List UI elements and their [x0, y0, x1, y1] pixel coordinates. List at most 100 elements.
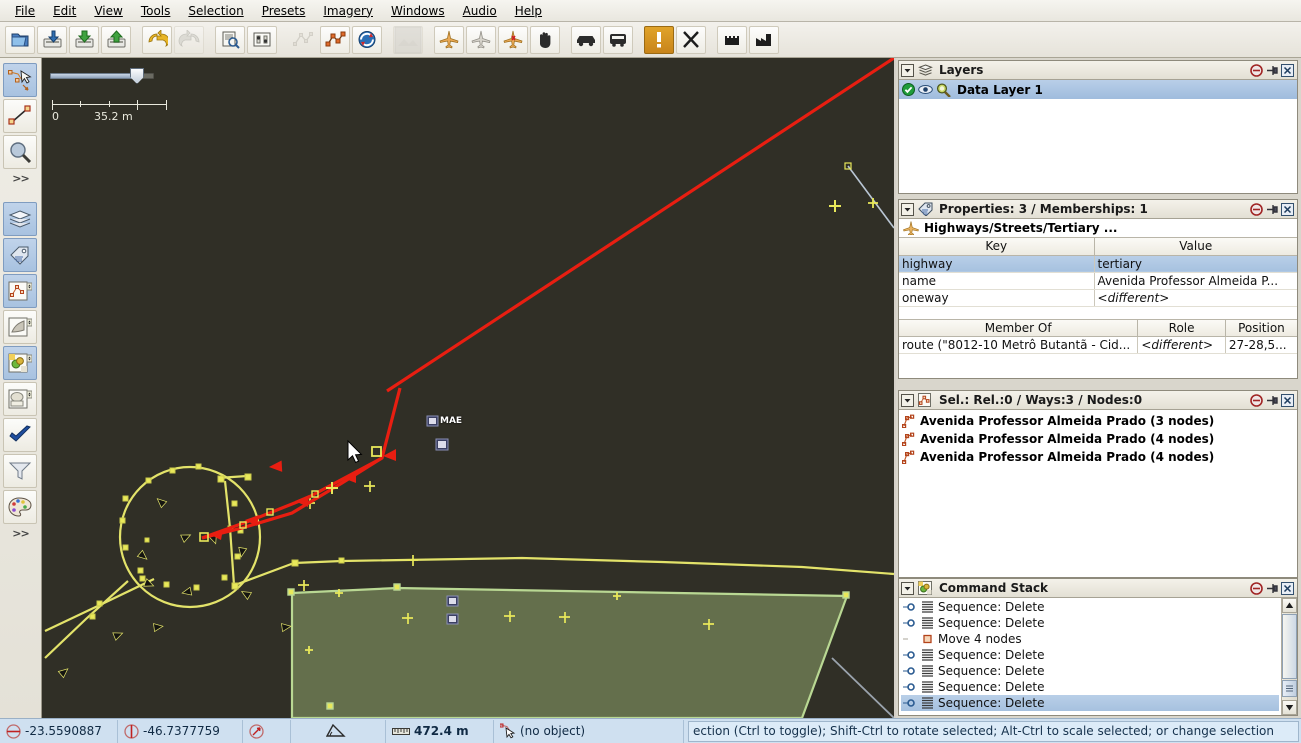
- download-from-osm-button[interactable]: [37, 25, 67, 54]
- undo-button[interactable]: [142, 25, 172, 54]
- save-button[interactable]: [69, 25, 99, 54]
- upload-button[interactable]: [101, 25, 131, 54]
- preset-castle-button[interactable]: [717, 25, 747, 54]
- collapse-arrow-icon[interactable]: [901, 393, 914, 407]
- search-button[interactable]: [215, 25, 245, 54]
- close-box-icon[interactable]: [1281, 63, 1294, 77]
- close-box-icon[interactable]: [1281, 202, 1294, 216]
- tool-select-mode[interactable]: [3, 63, 37, 97]
- menu-bar: File Edit View Tools Selection Presets I…: [0, 0, 1301, 22]
- help-circle-icon[interactable]: [1250, 393, 1263, 407]
- menu-view-label: View: [94, 3, 123, 18]
- menu-audio[interactable]: Audio: [454, 2, 506, 20]
- collapse-arrow-icon[interactable]: [901, 202, 914, 216]
- preset-airport-red-button[interactable]: [498, 25, 528, 54]
- scroll-up-arrow-icon[interactable]: [1282, 598, 1297, 613]
- expand-handle-icon[interactable]: [903, 649, 917, 661]
- update-data-button[interactable]: [352, 25, 382, 54]
- toggle-authors-panel[interactable]: [3, 382, 37, 416]
- properties-panel-titlebar: Properties: 3 / Memberships: 1: [899, 200, 1297, 219]
- relation-editor-button: [288, 26, 318, 54]
- preferences-button[interactable]: [247, 25, 277, 54]
- preset-airport-button[interactable]: [434, 25, 464, 54]
- toggle-selection-panel[interactable]: [3, 274, 37, 308]
- help-circle-icon[interactable]: [1250, 581, 1263, 595]
- toggle-layers-panel[interactable]: [3, 202, 37, 236]
- left-toolbar-more-modes[interactable]: >>: [0, 171, 41, 187]
- expand-handle-icon[interactable]: [903, 601, 917, 613]
- tool-draw-mode[interactable]: [3, 99, 37, 133]
- close-box-icon[interactable]: [1281, 393, 1294, 407]
- menu-presets[interactable]: Presets: [253, 2, 315, 20]
- help-circle-icon[interactable]: [1250, 63, 1263, 77]
- menu-edit[interactable]: Edit: [44, 2, 85, 20]
- expand-handle-icon[interactable]: [903, 697, 917, 709]
- command-stack-row[interactable]: Sequence: Delete: [901, 695, 1279, 711]
- command-stack-row[interactable]: Sequence: Delete: [901, 663, 1279, 679]
- command-stack-row[interactable]: Sequence: Delete: [901, 679, 1279, 695]
- selection-panel-body: Avenida Professor Almeida Prado (3 nodes…: [899, 410, 1297, 577]
- preset-car-button[interactable]: [571, 25, 601, 54]
- tag-row[interactable]: highway tertiary: [899, 255, 1297, 273]
- membership-row[interactable]: route ("8012-10 Metrô Butantã - Cid... <…: [899, 336, 1297, 354]
- expand-handle-icon[interactable]: [903, 681, 917, 693]
- selection-list-item[interactable]: Avenida Professor Almeida Prado (3 nodes…: [901, 412, 1297, 430]
- toggle-filter-panel[interactable]: [3, 454, 37, 488]
- command-stack-row[interactable]: Sequence: Delete: [901, 599, 1279, 615]
- tag-row[interactable]: oneway <different>: [899, 289, 1297, 307]
- menu-view[interactable]: View: [85, 2, 131, 20]
- selection-list-item[interactable]: Avenida Professor Almeida Prado (4 nodes…: [901, 448, 1297, 466]
- command-stack-row[interactable]: Move 4 nodes: [901, 631, 1279, 647]
- toggle-command-stack-panel[interactable]: [3, 346, 37, 380]
- expand-handle-icon[interactable]: [903, 617, 917, 629]
- scrollbar-grip[interactable]: [1282, 680, 1297, 697]
- scroll-down-arrow-icon[interactable]: [1282, 700, 1297, 715]
- dock-pin-icon[interactable]: [1265, 582, 1279, 595]
- map-canvas[interactable]: 0 35.2 m MAE: [42, 58, 894, 718]
- new-relation-button[interactable]: [320, 25, 350, 54]
- dock-pin-icon[interactable]: [1265, 394, 1279, 407]
- close-box-icon[interactable]: [1281, 581, 1294, 595]
- active-check-icon[interactable]: [902, 83, 915, 96]
- open-file-button[interactable]: [5, 25, 35, 54]
- zoom-slider[interactable]: [50, 68, 154, 84]
- preset-bus-button[interactable]: [603, 25, 633, 54]
- preset-factory-button[interactable]: [749, 25, 779, 54]
- memberships-table: Member Of Role Position route ("8012-10 …: [899, 319, 1297, 354]
- tag-label-icon: [918, 202, 933, 216]
- left-toolbar-more-panels[interactable]: >>: [0, 526, 41, 542]
- layer-row-data-layer-1[interactable]: Data Layer 1: [899, 80, 1297, 99]
- menu-tools[interactable]: Tools: [132, 2, 180, 20]
- eye-icon[interactable]: [918, 84, 933, 95]
- tag-row[interactable]: name Avenida Professor Almeida P...: [899, 272, 1297, 290]
- menu-file[interactable]: File: [6, 2, 44, 20]
- command-stack-row[interactable]: Sequence: Delete: [901, 615, 1279, 631]
- help-circle-icon[interactable]: [1250, 202, 1263, 216]
- collapse-arrow-icon[interactable]: [901, 63, 914, 77]
- menu-windows[interactable]: Windows: [382, 2, 454, 20]
- toggle-validator-panel[interactable]: [3, 418, 37, 452]
- toggle-relations-panel[interactable]: [3, 310, 37, 344]
- ruler-icon: [392, 726, 410, 737]
- collapse-arrow-icon[interactable]: [901, 581, 914, 595]
- preset-hand-button[interactable]: [530, 25, 560, 54]
- tag-key-cell: name: [899, 272, 1095, 290]
- memberships-header-member-of: Member Of: [899, 319, 1139, 337]
- menu-imagery[interactable]: Imagery: [314, 2, 382, 20]
- scrollbar-thumb[interactable]: [1282, 614, 1297, 679]
- selection-list-item[interactable]: Avenida Professor Almeida Prado (4 nodes…: [901, 430, 1297, 448]
- preset-restaurant-button[interactable]: [676, 25, 706, 54]
- preset-warning-button[interactable]: [644, 25, 674, 54]
- toggle-mappaint-panel[interactable]: [3, 490, 37, 524]
- menu-help[interactable]: Help: [506, 2, 551, 20]
- dock-pin-icon[interactable]: [1265, 64, 1279, 77]
- toggle-properties-panel[interactable]: [3, 238, 37, 272]
- preset-airport-gray-button[interactable]: [466, 25, 496, 54]
- dock-pin-icon[interactable]: [1265, 203, 1279, 216]
- menu-selection[interactable]: Selection: [179, 2, 252, 20]
- menu-imagery-label: Imagery: [323, 3, 373, 18]
- expand-handle-icon[interactable]: [903, 665, 917, 677]
- command-stack-scrollbar[interactable]: [1281, 598, 1297, 715]
- tool-zoom-mode[interactable]: [3, 135, 37, 169]
- command-stack-row[interactable]: Sequence: Delete: [901, 647, 1279, 663]
